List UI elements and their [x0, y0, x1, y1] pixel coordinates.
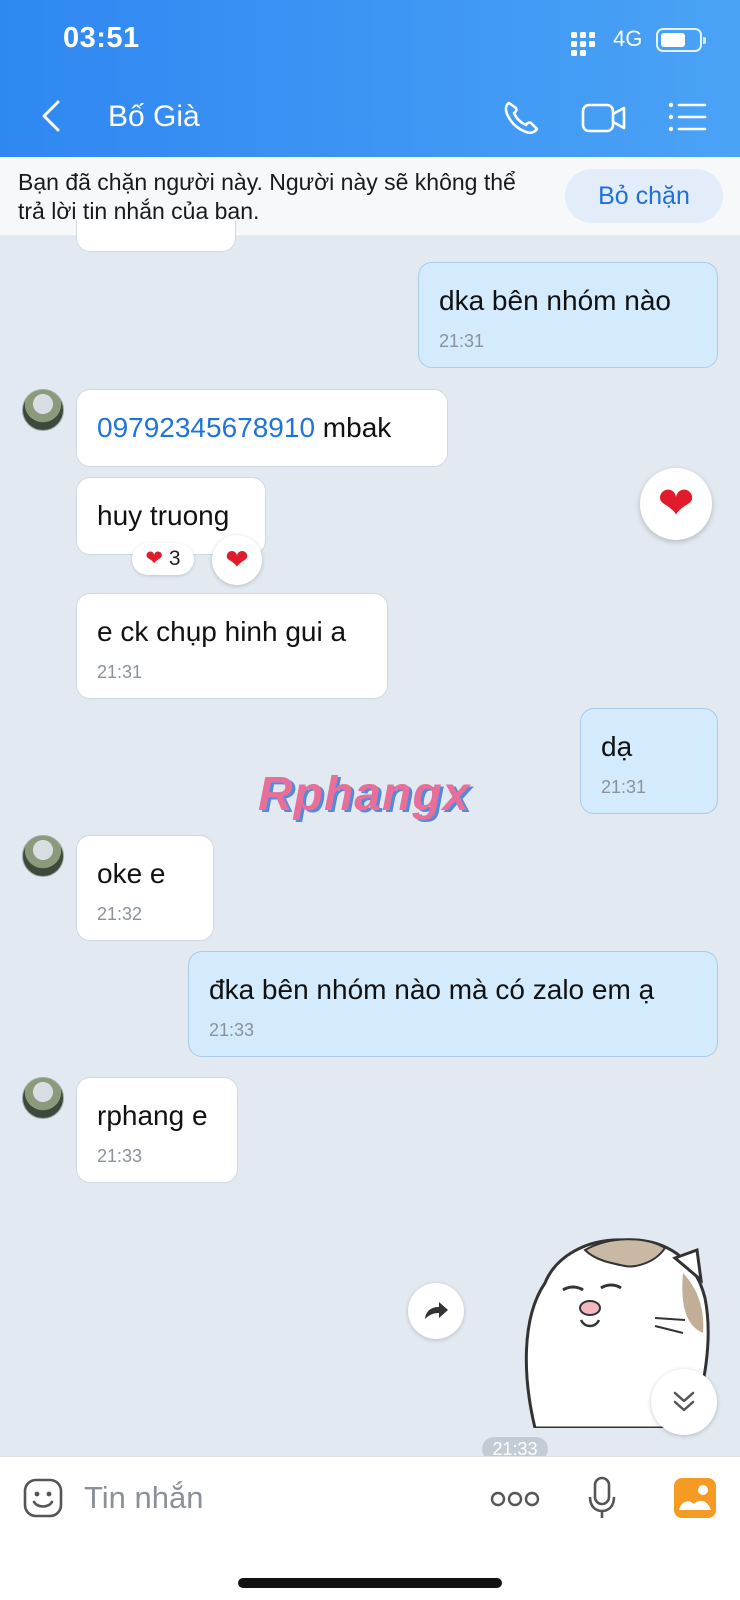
message-text: oke e	[97, 858, 166, 889]
message-bubble-incoming[interactable]: oke e 21:32	[76, 835, 214, 941]
message-text: đka bên nhóm nào mà có zalo em ạ	[209, 974, 655, 1005]
block-notice-text: Bạn đã chặn người này. Người này sẽ khôn…	[18, 169, 516, 224]
chevron-down-icon	[673, 1391, 695, 1412]
scroll-down-button[interactable]	[651, 1369, 717, 1435]
back-icon[interactable]	[36, 96, 72, 136]
menu-icon[interactable]	[666, 97, 708, 137]
message-bubble-outgoing[interactable]: dạ 21:31	[580, 708, 718, 814]
chat-title[interactable]: Bố Già	[108, 100, 200, 134]
message-bubble-incoming[interactable]: 09792345678910 mbak	[76, 389, 448, 467]
header: 03:51 4G Bố Già	[0, 0, 740, 157]
message-bubble-outgoing[interactable]: dka bên nhóm nào 21:31	[418, 262, 718, 368]
message-input[interactable]: Tin nhắn	[84, 1480, 204, 1516]
phone-icon[interactable]	[500, 97, 544, 137]
heart-icon: ❤	[225, 544, 249, 575]
message-time: 21:33	[97, 1146, 143, 1166]
message-time: 21:32	[97, 904, 143, 924]
phone-link[interactable]: 09792345678910	[97, 412, 315, 443]
unblock-button[interactable]: Bỏ chặn	[565, 169, 723, 223]
message-text: rphang e	[97, 1100, 208, 1131]
signal-icon	[571, 32, 603, 56]
react-button[interactable]: ❤	[212, 535, 262, 585]
message-time: 21:31	[439, 331, 485, 351]
message-time: 21:33	[209, 1020, 255, 1040]
home-indicator	[238, 1578, 502, 1588]
status-time: 03:51	[63, 22, 140, 54]
message-text: dạ	[601, 731, 633, 762]
heart-icon: ❤	[657, 479, 695, 528]
message-bubble-incoming[interactable]: e ck chụp hinh gui a 21:31	[76, 593, 388, 699]
battery-icon	[656, 28, 706, 52]
message-text: mbak	[315, 412, 392, 443]
message-bubble-outgoing[interactable]: đka bên nhóm nào mà có zalo em ạ 21:33	[188, 951, 718, 1057]
avatar[interactable]	[22, 835, 64, 877]
message-text: dka bên nhóm nào	[439, 285, 671, 316]
message-time: 21:31	[97, 662, 143, 682]
watermark: Rphangx	[258, 768, 471, 821]
avatar[interactable]	[22, 389, 64, 431]
message-bubble-partial[interactable]	[76, 220, 236, 252]
message-time: 21:31	[601, 777, 647, 797]
network-type: 4G	[613, 26, 643, 51]
reaction-summary[interactable]: ❤ 3	[132, 543, 194, 575]
emoji-icon[interactable]	[22, 1477, 64, 1519]
more-icon[interactable]	[490, 1489, 540, 1509]
heart-react-button[interactable]: ❤	[640, 468, 712, 540]
avatar[interactable]	[22, 1077, 64, 1119]
message-bubble-incoming[interactable]: rphang e 21:33	[76, 1077, 238, 1183]
mic-icon[interactable]	[586, 1475, 618, 1521]
share-icon[interactable]	[408, 1283, 464, 1339]
image-icon[interactable]	[673, 1477, 717, 1519]
video-icon[interactable]	[580, 97, 628, 137]
heart-icon: ❤	[145, 547, 164, 570]
input-bar: Tin nhắn	[0, 1456, 740, 1600]
message-text: huy truong	[97, 500, 230, 531]
reaction-count: 3	[168, 547, 181, 570]
message-text: e ck chụp hinh gui a	[97, 616, 347, 647]
